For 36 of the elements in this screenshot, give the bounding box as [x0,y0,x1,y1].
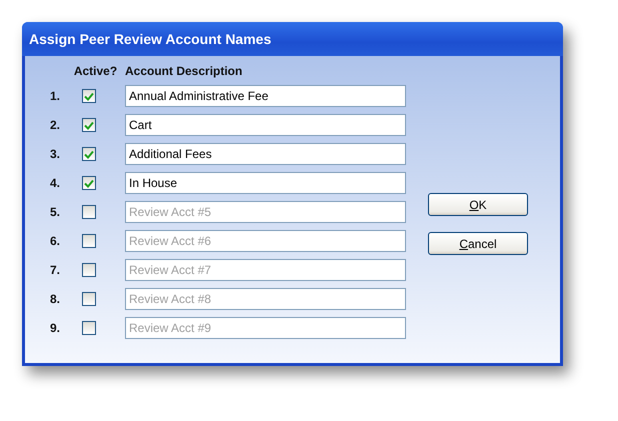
active-checkbox[interactable] [82,147,96,161]
check-icon [84,178,94,188]
account-description-field[interactable]: Review Acct #6 [125,230,406,252]
row-number: 8. [48,292,61,306]
account-description-field[interactable]: Additional Fees [125,143,406,165]
row-number: 9. [48,321,61,335]
account-description-field[interactable]: Review Acct #9 [125,317,406,339]
active-checkbox[interactable] [82,263,96,277]
column-header: Account Description [125,64,242,78]
account-description-field[interactable]: Review Acct #5 [125,201,406,223]
check-icon [84,92,94,100]
account-description-field[interactable]: Cart [125,114,406,136]
row-number: 4. [48,176,61,190]
account-description-field[interactable]: Review Acct #8 [125,288,406,310]
row-number: 6. [48,234,61,248]
window-title: Assign Peer Review Account Names [29,31,272,47]
row-number: 7. [48,263,61,277]
row-number: 2. [48,118,61,132]
active-checkbox[interactable] [82,321,96,335]
account-description-field[interactable]: Review Acct #7 [125,259,406,281]
column-header: Active? [74,64,118,78]
check-icon [84,150,94,158]
active-checkbox[interactable] [82,292,96,306]
active-checkbox[interactable] [82,176,96,190]
account-description-field[interactable]: Annual Administrative Fee [125,85,406,107]
row-number: 1. [48,89,61,103]
active-checkbox[interactable] [82,234,96,248]
active-checkbox[interactable] [82,118,96,132]
row-number: 5. [48,205,61,219]
active-checkbox[interactable] [82,89,96,103]
ok-button[interactable]: OK [428,193,528,216]
row-number: 3. [48,147,61,161]
check-icon [84,120,94,130]
cancel-button[interactable]: Cancel [428,232,528,255]
account-description-field[interactable]: In House [125,172,406,194]
active-checkbox[interactable] [82,205,96,219]
